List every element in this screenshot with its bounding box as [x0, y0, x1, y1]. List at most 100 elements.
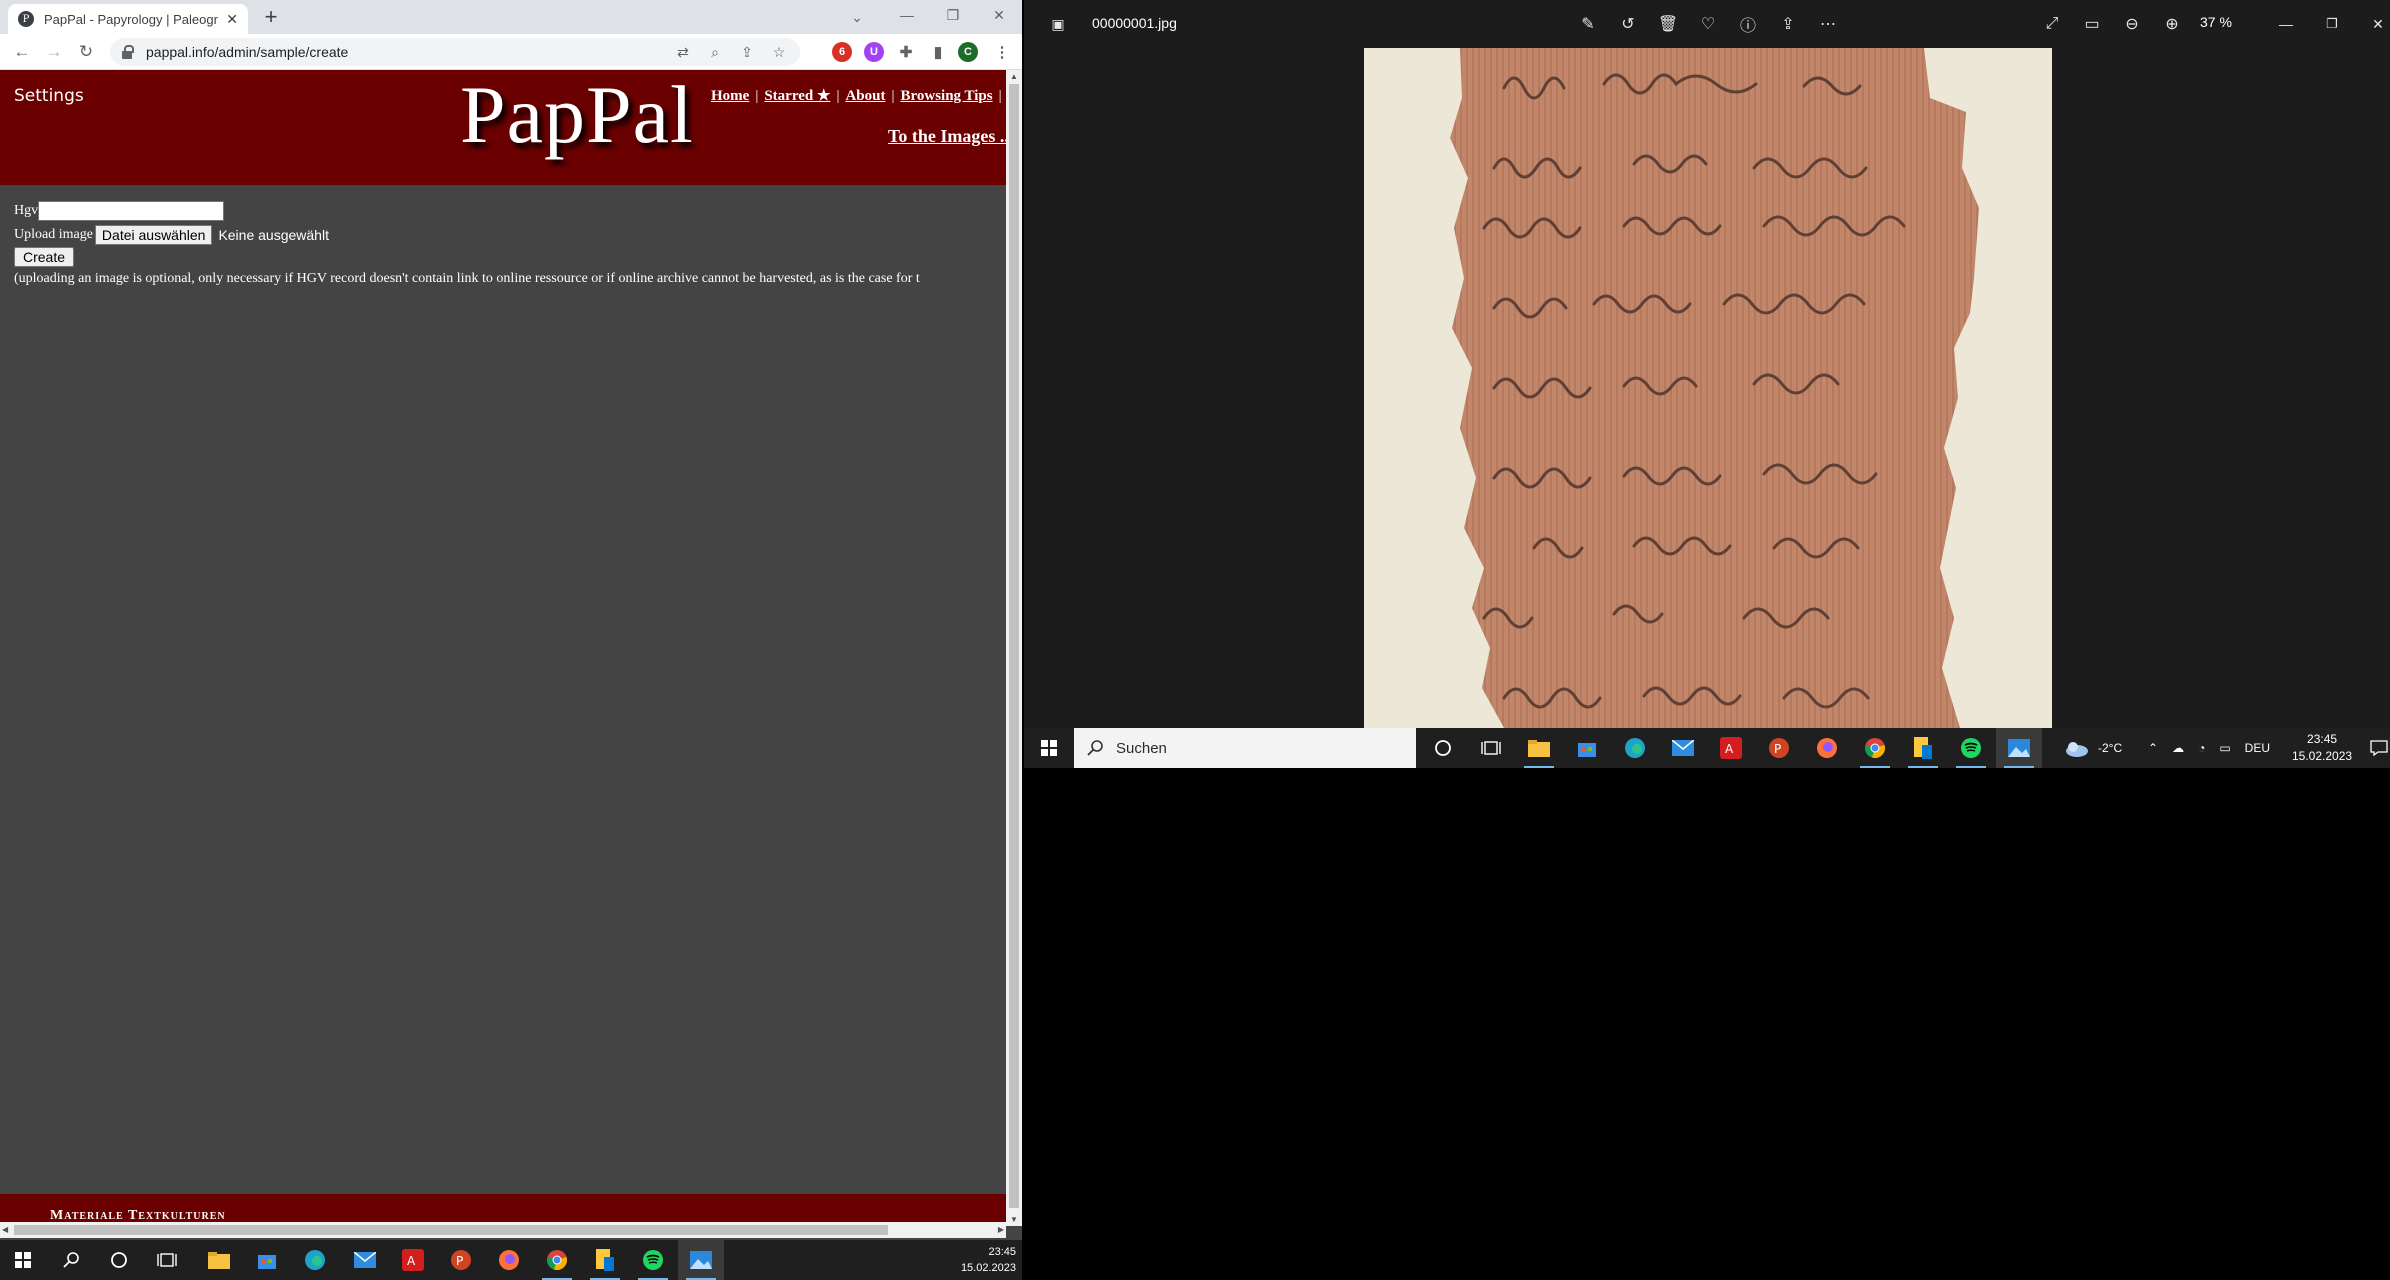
search-icon: [1087, 740, 1103, 756]
zoom-in-icon[interactable]: ⊕: [2160, 12, 2184, 36]
settings-link[interactable]: Settings: [14, 86, 84, 106]
photos-app-icon[interactable]: [678, 1240, 724, 1280]
forward-icon[interactable]: →: [42, 40, 66, 64]
site-logo[interactable]: PapPal: [460, 70, 694, 162]
to-images-link[interactable]: To the Images ..: [888, 126, 1006, 147]
favorite-heart-icon[interactable]: ♡: [1696, 12, 1720, 36]
close-icon[interactable]: ✕: [2366, 12, 2390, 36]
hgv-input[interactable]: [38, 201, 225, 221]
spotify-icon[interactable]: [1948, 728, 1994, 768]
file-explorer-icon[interactable]: [196, 1240, 242, 1280]
battery-icon[interactable]: ▭: [2219, 741, 2230, 755]
firefox-icon[interactable]: [486, 1240, 532, 1280]
scroll-up-icon[interactable]: ▲: [1010, 72, 1018, 81]
task-view-icon[interactable]: [144, 1240, 190, 1280]
reload-icon[interactable]: ↻: [74, 40, 98, 64]
scroll-right-icon[interactable]: ▶: [998, 1225, 1004, 1234]
powerpoint-icon[interactable]: P: [438, 1240, 484, 1280]
delete-icon[interactable]: 🗑: [1656, 12, 1680, 36]
fit-to-window-icon[interactable]: ▭: [2080, 12, 2104, 36]
edit-image-icon[interactable]: ✎: [1576, 12, 1600, 36]
vertical-scrollbar[interactable]: ▲ ▼: [1006, 70, 1022, 1226]
file-explorer-icon[interactable]: [1516, 728, 1562, 768]
clock-time: 23:45: [988, 1246, 1016, 1258]
extension-purple-icon[interactable]: U: [864, 42, 884, 62]
minimize-icon[interactable]: —: [2274, 12, 2298, 36]
new-tab-button[interactable]: +: [258, 4, 284, 30]
ms-store-icon[interactable]: [244, 1240, 290, 1280]
nav-starred-link[interactable]: Starred ★: [764, 88, 830, 104]
chrome-icon[interactable]: [1852, 728, 1898, 768]
chrome-icon[interactable]: [534, 1240, 580, 1280]
firefox-icon[interactable]: [1804, 728, 1850, 768]
nav-browsing-tips-link[interactable]: Browsing Tips: [900, 88, 992, 104]
mail-icon[interactable]: [342, 1240, 388, 1280]
translate-icon[interactable]: ⇄: [672, 42, 694, 62]
acrobat-icon[interactable]: A: [390, 1240, 436, 1280]
profile-avatar[interactable]: C: [958, 42, 978, 62]
close-icon[interactable]: ✕: [976, 0, 1022, 30]
taskbar-clock[interactable]: 23:45 15.02.2023: [961, 1244, 1016, 1276]
papyrus-image: [1364, 48, 2052, 728]
horizontal-scrollbar[interactable]: ◀ ▶: [0, 1222, 1006, 1238]
svg-text:A: A: [407, 1254, 416, 1268]
share-icon[interactable]: ⇪: [1776, 12, 1800, 36]
extensions-puzzle-icon[interactable]: ✚: [896, 42, 916, 62]
restore-icon[interactable]: ❐: [930, 0, 976, 30]
task-view-icon[interactable]: [1468, 728, 1514, 768]
cloud-weather-icon: [2066, 742, 2088, 757]
spotify-icon[interactable]: [630, 1240, 676, 1280]
info-icon[interactable]: ⓘ: [1736, 12, 1760, 36]
rotate-icon[interactable]: ↺: [1616, 12, 1640, 36]
ms-store-icon[interactable]: [1564, 728, 1610, 768]
network-icon[interactable]: ◔: [2198, 741, 2205, 755]
notes-app-icon[interactable]: [1900, 728, 1946, 768]
back-icon[interactable]: ←: [10, 40, 34, 64]
more-options-icon[interactable]: ⋯: [1816, 12, 1840, 36]
weather-widget[interactable]: -2°C: [2064, 728, 2122, 768]
edge-icon[interactable]: [292, 1240, 338, 1280]
share-icon[interactable]: ⇪: [736, 42, 758, 62]
see-all-photos-icon[interactable]: ▣: [1046, 12, 1070, 36]
horizontal-scroll-thumb[interactable]: [14, 1225, 888, 1235]
cortana-icon[interactable]: [1420, 728, 1466, 768]
vertical-scroll-thumb[interactable]: [1009, 84, 1019, 1208]
zoom-icon[interactable]: ⌕: [704, 42, 726, 62]
input-language[interactable]: DEU: [2245, 741, 2270, 755]
nav-home-link[interactable]: Home: [711, 88, 749, 104]
chrome-menu-icon[interactable]: ⋮: [992, 42, 1012, 62]
search-icon[interactable]: [48, 1240, 94, 1280]
cortana-icon[interactable]: [96, 1240, 142, 1280]
acrobat-icon[interactable]: A: [1708, 728, 1754, 768]
onedrive-icon[interactable]: ☁: [2172, 741, 2184, 755]
side-panel-icon[interactable]: ▮: [928, 42, 948, 62]
start-windows-icon[interactable]: [0, 1240, 46, 1280]
notifications-icon[interactable]: [2356, 728, 2390, 768]
tab-title: PapPal - Papyrology | Paleograph: [44, 11, 218, 27]
restore-icon[interactable]: ❐: [2320, 12, 2344, 36]
browser-tab[interactable]: P PapPal - Papyrology | Paleograph ✕: [8, 4, 248, 34]
zoom-out-icon[interactable]: ⊖: [2120, 12, 2144, 36]
minimize-icon[interactable]: —: [884, 0, 930, 30]
show-hidden-icons-icon[interactable]: ⌃: [2148, 741, 2158, 755]
address-bar[interactable]: pappal.info/admin/sample/create ⇄ ⌕ ⇪ ☆: [110, 38, 800, 66]
notes-app-icon[interactable]: [582, 1240, 628, 1280]
powerpoint-icon[interactable]: P: [1756, 728, 1802, 768]
mail-icon[interactable]: [1660, 728, 1706, 768]
nav-about-link[interactable]: About: [845, 88, 885, 104]
scroll-down-icon[interactable]: ▼: [1010, 1215, 1018, 1224]
bookmark-star-icon[interactable]: ☆: [768, 42, 790, 62]
taskbar-clock[interactable]: 23:45 15.02.2023: [2292, 731, 2352, 765]
edge-icon[interactable]: [1612, 728, 1658, 768]
choose-file-button[interactable]: Datei auswählen: [94, 225, 213, 245]
tab-search-icon[interactable]: ⌄: [844, 4, 870, 30]
photos-app-icon[interactable]: [1996, 728, 2042, 768]
zoom-level[interactable]: 37 %: [2200, 14, 2232, 30]
create-button[interactable]: Create: [14, 247, 75, 267]
taskbar-search-box[interactable]: Suchen: [1074, 728, 1416, 768]
close-tab-icon[interactable]: ✕: [226, 11, 238, 28]
scroll-left-icon[interactable]: ◀: [2, 1225, 8, 1234]
fullscreen-icon[interactable]: ⤢: [2040, 12, 2064, 36]
start-windows-icon[interactable]: [1026, 728, 1072, 768]
extension-red-icon[interactable]: 6: [832, 42, 852, 62]
